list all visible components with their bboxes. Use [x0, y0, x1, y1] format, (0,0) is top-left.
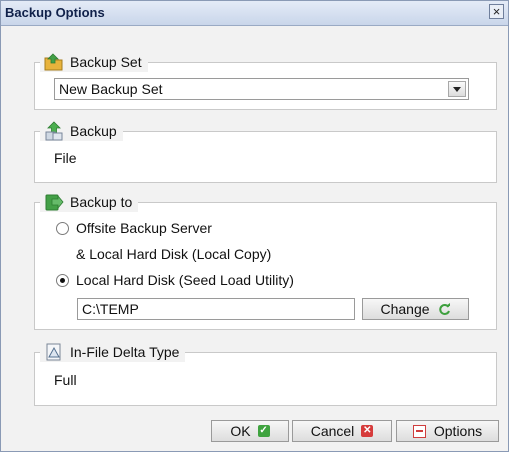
delta-icon — [44, 342, 64, 362]
options-button[interactable]: Options — [396, 420, 499, 442]
check-icon: ✓ — [257, 425, 270, 437]
cancel-x-icon: ✕ — [361, 425, 374, 437]
cancel-button-label: Cancel — [310, 423, 355, 439]
options-button-label: Options — [433, 423, 483, 439]
backup-label: Backup — [70, 123, 117, 139]
title-bar: Backup Options × — [1, 1, 508, 26]
refresh-icon — [438, 302, 451, 316]
delta-type-value: Full — [54, 372, 77, 388]
backup-set-select[interactable]: New Backup Set — [54, 78, 469, 100]
ok-button-label: OK — [230, 423, 251, 439]
backup-to-legend: Backup to — [40, 192, 139, 212]
local-disk-radio[interactable] — [56, 274, 69, 287]
backup-set-label: Backup Set — [70, 54, 142, 70]
folder-icon — [44, 52, 64, 72]
cancel-button[interactable]: Cancel ✕ — [292, 420, 392, 442]
offsite-radio[interactable] — [56, 222, 69, 235]
change-button-label: Change — [380, 301, 430, 317]
options-icon — [412, 424, 426, 438]
delta-label: In-File Delta Type — [70, 344, 180, 360]
local-disk-option-label[interactable]: Local Hard Disk (Seed Load Utility) — [76, 272, 294, 288]
backup-set-legend: Backup Set — [40, 52, 148, 72]
backup-type-value: File — [54, 150, 77, 166]
backup-legend: Backup — [40, 121, 123, 141]
offsite-option-label[interactable]: Offsite Backup Server — [76, 220, 212, 236]
backup-set-value: New Backup Set — [59, 81, 163, 97]
destination-path-value: C:\TEMP — [82, 301, 139, 317]
destination-path-field[interactable]: C:\TEMP — [77, 298, 355, 320]
change-button[interactable]: Change — [362, 298, 469, 320]
dropdown-arrow-icon[interactable] — [448, 81, 466, 97]
destination-icon — [44, 192, 64, 212]
backup-type-icon — [44, 121, 64, 141]
close-button[interactable]: × — [489, 4, 504, 19]
offsite-option-label-line2: & Local Hard Disk (Local Copy) — [76, 246, 272, 262]
backup-to-label: Backup to — [70, 194, 133, 210]
ok-button[interactable]: OK ✓ — [211, 420, 289, 442]
dialog-title: Backup Options — [5, 5, 105, 20]
delta-legend: In-File Delta Type — [40, 342, 186, 362]
